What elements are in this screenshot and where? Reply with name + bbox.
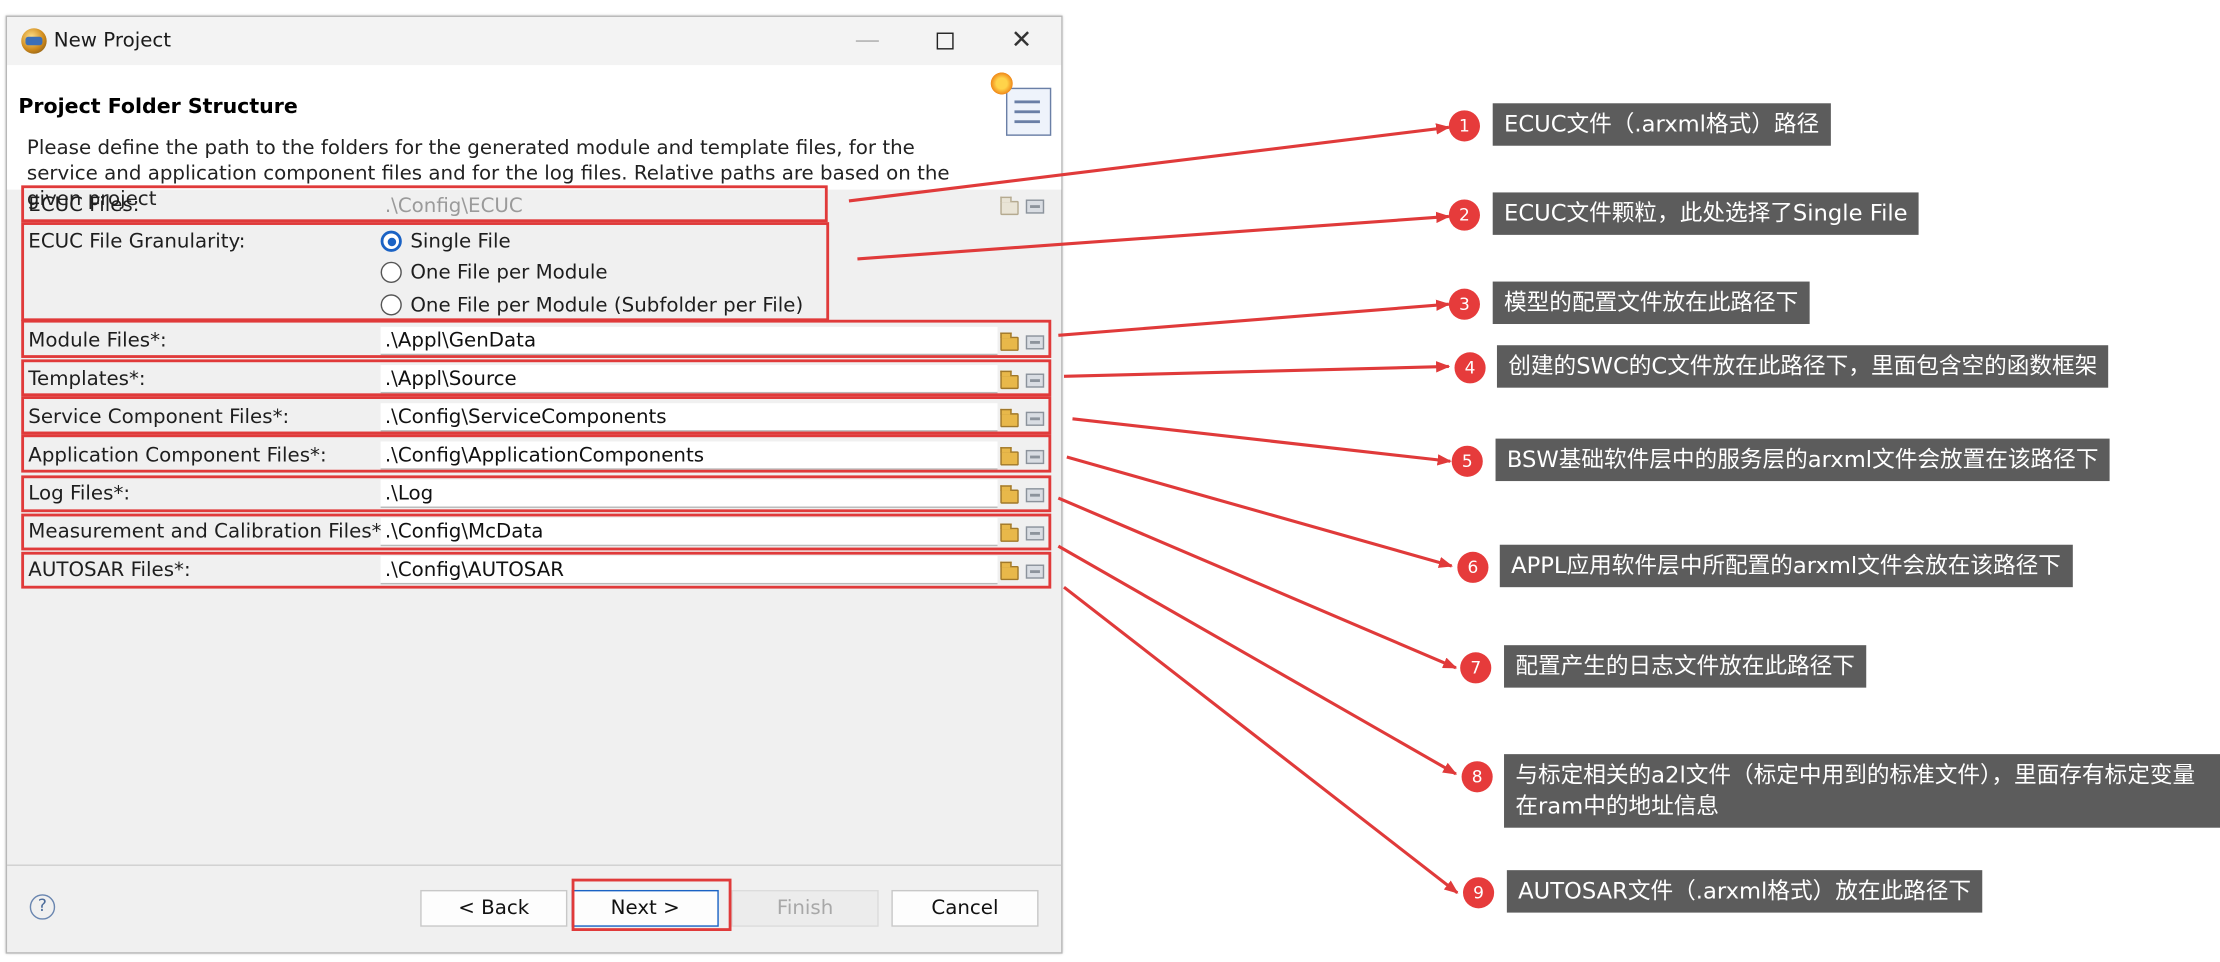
callout-9: AUTOSAR文件（.arxml格式）放在此路径下	[1506, 870, 1983, 913]
arrow-3	[1058, 299, 1451, 337]
callout-2: ECUC文件颗粒，此处选择了Single File	[1492, 192, 1919, 235]
callout-6: APPL应用软件层中所配置的arxml文件会放在该路径下	[1499, 544, 2073, 588]
arrow-6	[1066, 455, 1454, 568]
callout-badge-6: 6	[1457, 551, 1489, 583]
arrow-4	[1063, 361, 1451, 378]
callout-badge-9: 9	[1462, 877, 1495, 909]
callout-1: ECUC文件（.arxml格式）路径	[1492, 103, 1831, 146]
callout-7: 配置产生的日志文件放在此路径下	[1504, 645, 1867, 688]
arrow-7	[1057, 496, 1458, 670]
callout-4: 创建的SWC的C文件放在此路径下，里面包含空的函数框架	[1496, 345, 2109, 388]
arrow-5	[1072, 417, 1452, 466]
callout-badge-2: 2	[1448, 199, 1480, 231]
callout-8: 与标定相关的a2l文件（标定中用到的标准文件），里面存有标定变量在ram中的地址…	[1504, 754, 2220, 828]
callout-badge-1: 1	[1448, 110, 1480, 142]
arrow-2	[857, 211, 1451, 261]
arrow-1	[848, 123, 1451, 203]
callout-badge-5: 5	[1451, 445, 1483, 477]
arrow-8	[1057, 544, 1458, 776]
callout-badge-3: 3	[1448, 288, 1480, 320]
callout-5: BSW基础软件层中的服务层的arxml文件会放置在该路径下	[1495, 438, 2110, 482]
callout-badge-7: 7	[1460, 652, 1492, 684]
callout-3: 模型的配置文件放在此路径下	[1492, 281, 1810, 325]
callout-badge-8: 8	[1461, 761, 1493, 793]
callout-badge-4: 4	[1454, 352, 1486, 384]
